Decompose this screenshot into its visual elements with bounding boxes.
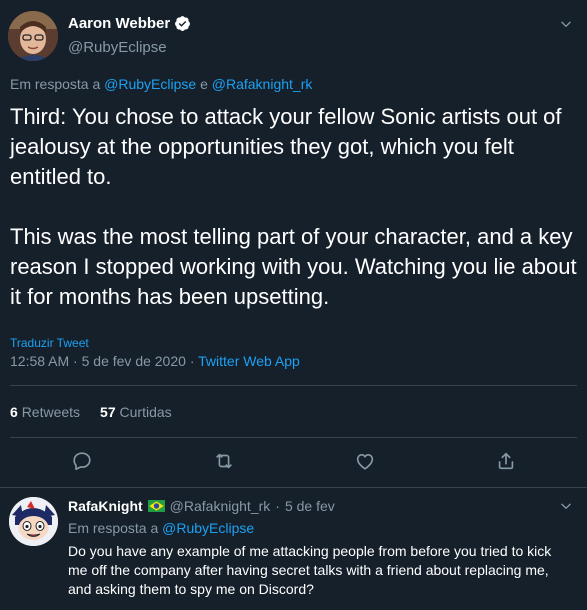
meta-separator: · bbox=[189, 353, 195, 369]
tweet-text: Third: You chose to attack your fellow S… bbox=[10, 102, 580, 342]
tweet-time[interactable]: 12:58 AM bbox=[10, 353, 69, 369]
tweet-paragraph-1: Third: You chose to attack your fellow S… bbox=[10, 104, 562, 189]
avatar-image bbox=[9, 497, 58, 546]
meta-separator: · bbox=[73, 353, 78, 369]
reply-text: Do you have any example of me attacking … bbox=[68, 543, 552, 597]
reply-icon[interactable] bbox=[71, 450, 93, 472]
like-icon[interactable] bbox=[354, 450, 376, 472]
author-name-row[interactable]: Aaron Webber bbox=[68, 15, 191, 32]
chevron-down-icon[interactable] bbox=[559, 17, 573, 31]
tweet-meta: 12:58 AM · 5 de fev de 2020 · Twitter We… bbox=[10, 353, 300, 369]
likes-label: Curtidas bbox=[119, 404, 172, 420]
likes-stat[interactable]: 57 Curtidas bbox=[100, 404, 172, 420]
reply-author-row[interactable]: RafaKnight @Rafaknight_rk · 5 de fev bbox=[68, 498, 335, 514]
reply-prefix: Em resposta a bbox=[10, 76, 101, 92]
reply-context: Em resposta a @RubyEclipse bbox=[68, 520, 254, 536]
main-tweet: Aaron Webber @RubyEclipse Em resposta a … bbox=[0, 0, 587, 488]
retweets-count: 6 bbox=[10, 404, 18, 420]
verified-icon bbox=[175, 16, 191, 31]
reply-mention[interactable]: @RubyEclipse bbox=[162, 520, 254, 536]
retweet-icon[interactable] bbox=[213, 450, 235, 472]
reply-and: e bbox=[200, 76, 208, 92]
action-bar bbox=[0, 450, 587, 474]
reply-prefix: Em resposta a bbox=[68, 520, 159, 536]
display-name[interactable]: Aaron Webber bbox=[68, 15, 170, 32]
divider bbox=[10, 437, 577, 438]
share-icon[interactable] bbox=[495, 450, 517, 472]
avatar[interactable] bbox=[8, 11, 58, 61]
retweets-stat[interactable]: 6 Retweets bbox=[10, 404, 80, 420]
meta-separator: · bbox=[275, 498, 280, 514]
tweet-source[interactable]: Twitter Web App bbox=[198, 353, 300, 369]
reply-date[interactable]: 5 de fev bbox=[285, 498, 335, 514]
avatar[interactable] bbox=[9, 497, 58, 546]
handle[interactable]: @RubyEclipse bbox=[68, 39, 167, 56]
tweet-stats: 6 Retweets 57 Curtidas bbox=[10, 404, 172, 420]
reply-handle[interactable]: @Rafaknight_rk bbox=[170, 498, 271, 514]
translate-tweet-link[interactable]: Traduzir Tweet bbox=[10, 336, 89, 350]
reply-context: Em resposta a @RubyEclipse e @Rafaknight… bbox=[10, 76, 312, 92]
retweets-label: Retweets bbox=[21, 404, 81, 420]
reply-mention-2[interactable]: @Rafaknight_rk bbox=[212, 76, 313, 92]
tweet-paragraph-2: This was the most telling part of your c… bbox=[10, 224, 577, 309]
divider bbox=[0, 487, 587, 488]
avatar-image bbox=[8, 11, 58, 61]
brazil-flag-icon bbox=[147, 500, 165, 512]
reply-display-name[interactable]: RafaKnight bbox=[68, 498, 143, 514]
reply-mention-1[interactable]: @RubyEclipse bbox=[104, 76, 196, 92]
divider bbox=[10, 385, 577, 386]
chevron-down-icon[interactable] bbox=[559, 499, 573, 513]
likes-count: 57 bbox=[100, 404, 116, 420]
tweet-date[interactable]: 5 de fev de 2020 bbox=[82, 353, 186, 369]
